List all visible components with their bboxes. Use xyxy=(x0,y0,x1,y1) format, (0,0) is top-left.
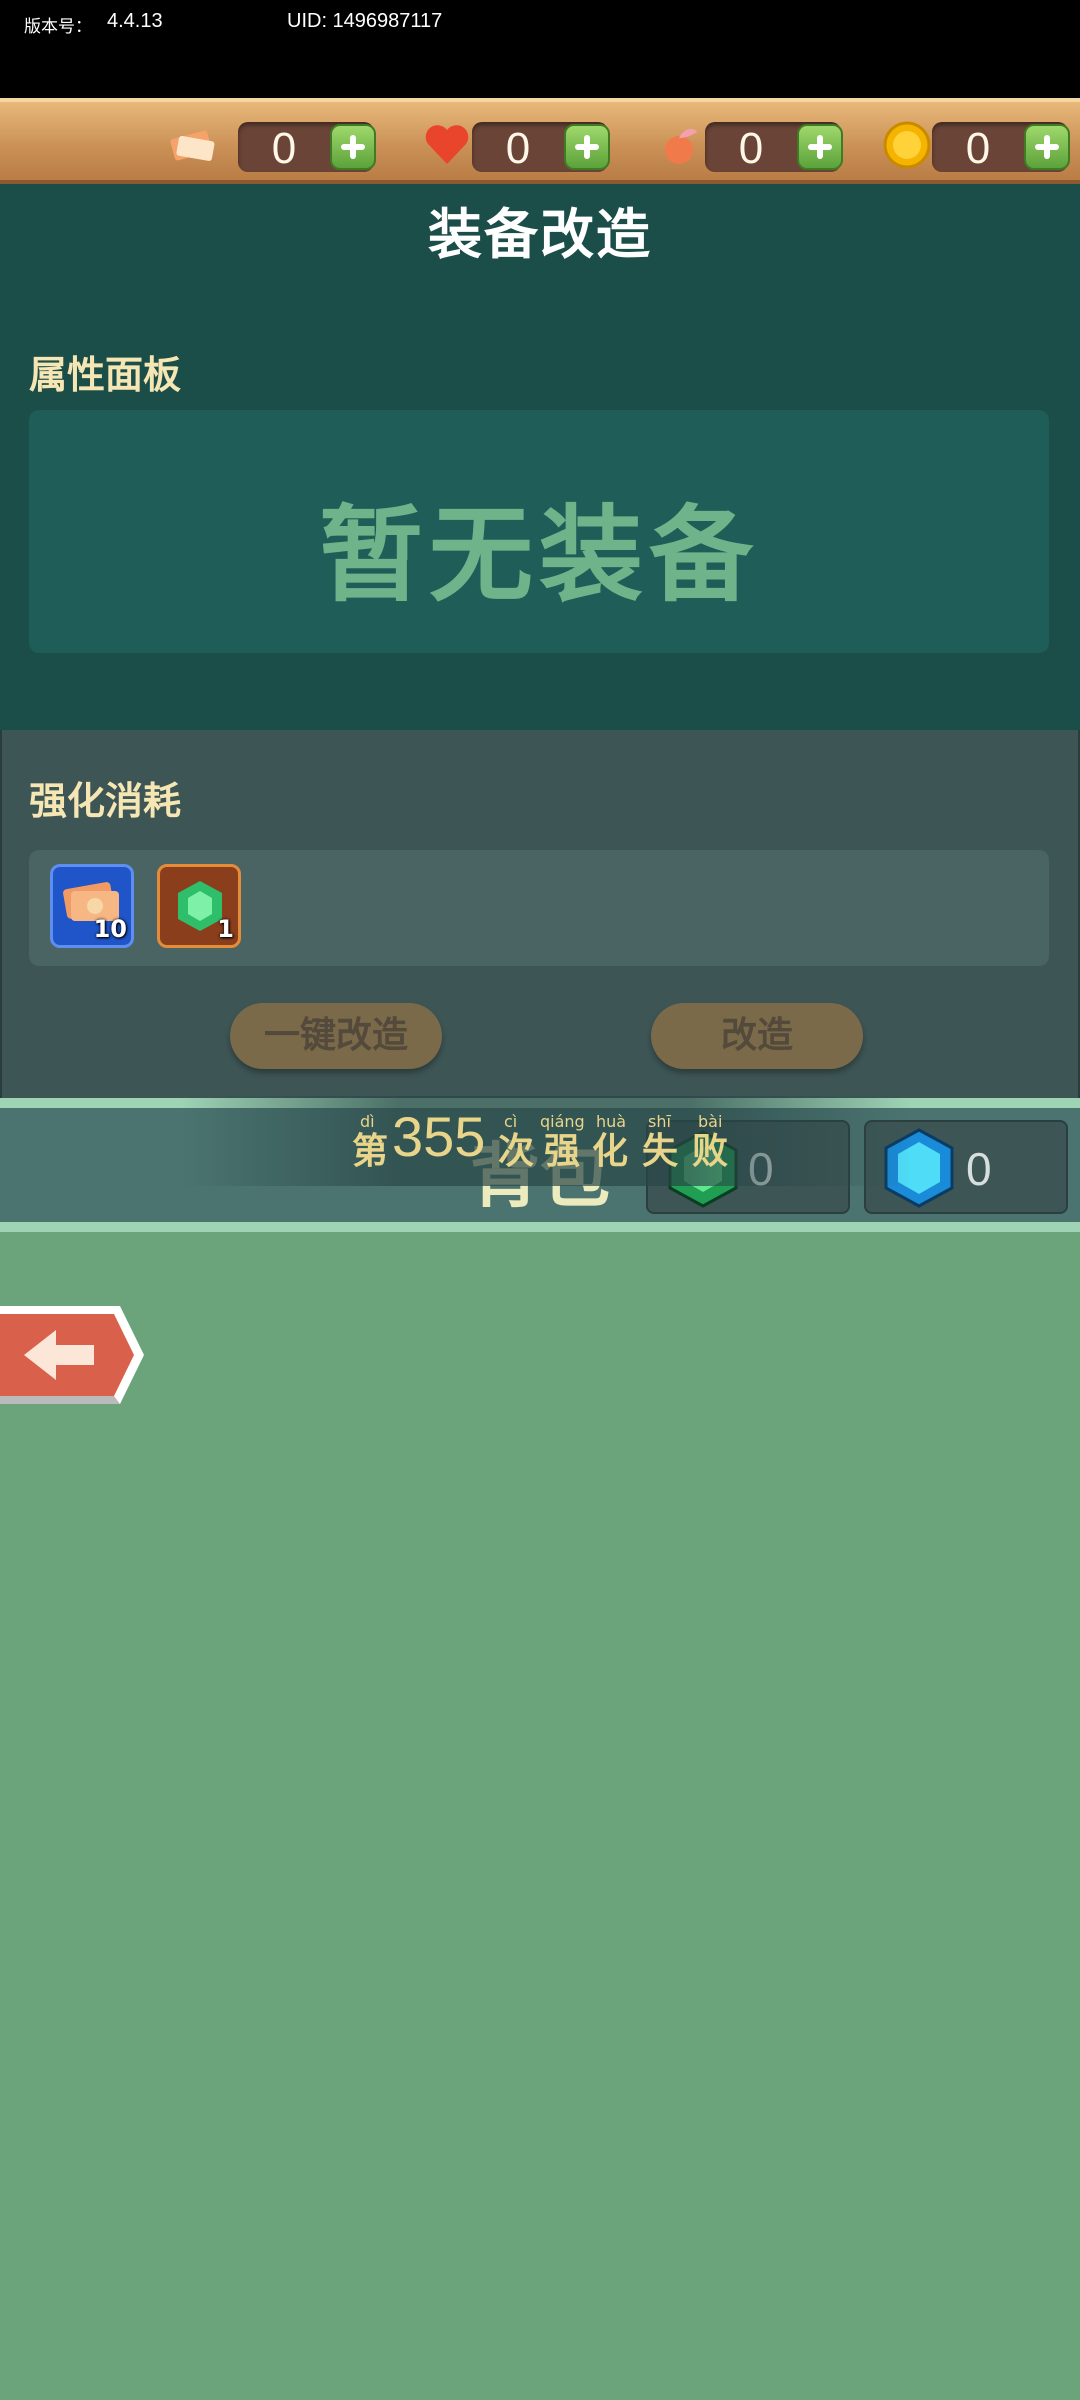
toast-char: 失 xyxy=(642,1131,679,1172)
toast-number: 355 xyxy=(392,1105,486,1168)
add-ticket-button[interactable] xyxy=(330,124,376,170)
toast-prefix: 第 xyxy=(352,1131,389,1172)
ticket-icon xyxy=(170,130,215,161)
back-button[interactable] xyxy=(0,1300,146,1410)
consume-item-gem[interactable]: 1 xyxy=(157,864,241,948)
gold-coin-icon xyxy=(883,121,931,169)
toast-char: 化 xyxy=(592,1131,629,1172)
currency-gold-value: 0 xyxy=(965,124,991,173)
heart-icon xyxy=(425,125,469,164)
currency-peach-value: 0 xyxy=(738,124,764,173)
attributes-title: 属性面板 xyxy=(29,353,182,397)
consume-item-ticket[interactable]: 10 xyxy=(50,864,134,948)
add-peach-button[interactable] xyxy=(797,124,843,170)
currency-ticket: 0 xyxy=(238,122,376,173)
currency-bar: 0 0 0 0 xyxy=(0,98,1080,184)
currency-heart: 0 xyxy=(472,122,610,173)
currency-ticket-value: 0 xyxy=(271,124,297,173)
status-bar: 版本号： 4.4.13 UID: 1496987117 xyxy=(0,0,1080,98)
uid-label: UID: 1496987117 xyxy=(287,10,443,32)
currency-heart-value: 0 xyxy=(505,124,531,173)
version-label: 版本号： xyxy=(24,17,92,37)
toast-char: 次 xyxy=(498,1131,535,1172)
empty-equipment-text: 暂无装备 xyxy=(318,494,759,616)
consume-items-row: 10 1 xyxy=(29,850,1049,966)
consume-title: 强化消耗 xyxy=(29,779,182,823)
currency-peach: 0 xyxy=(705,122,843,173)
modify-button[interactable]: 改造 xyxy=(651,1003,863,1069)
add-gold-button[interactable] xyxy=(1024,124,1070,170)
item-count: 10 xyxy=(93,915,127,943)
toast-char: 强 xyxy=(544,1131,581,1172)
item-count: 1 xyxy=(217,915,234,943)
version-value: 4.4.13 xyxy=(107,10,163,32)
page-title: 装备改造 xyxy=(428,203,652,266)
add-heart-button[interactable] xyxy=(564,124,610,170)
toast-char: 败 xyxy=(692,1131,729,1172)
blue-gem-count: 0 xyxy=(966,1143,992,1195)
currency-gold: 0 xyxy=(932,122,1070,173)
one-key-modify-button[interactable]: 一键改造 xyxy=(230,1003,442,1069)
peach-icon xyxy=(665,128,697,164)
